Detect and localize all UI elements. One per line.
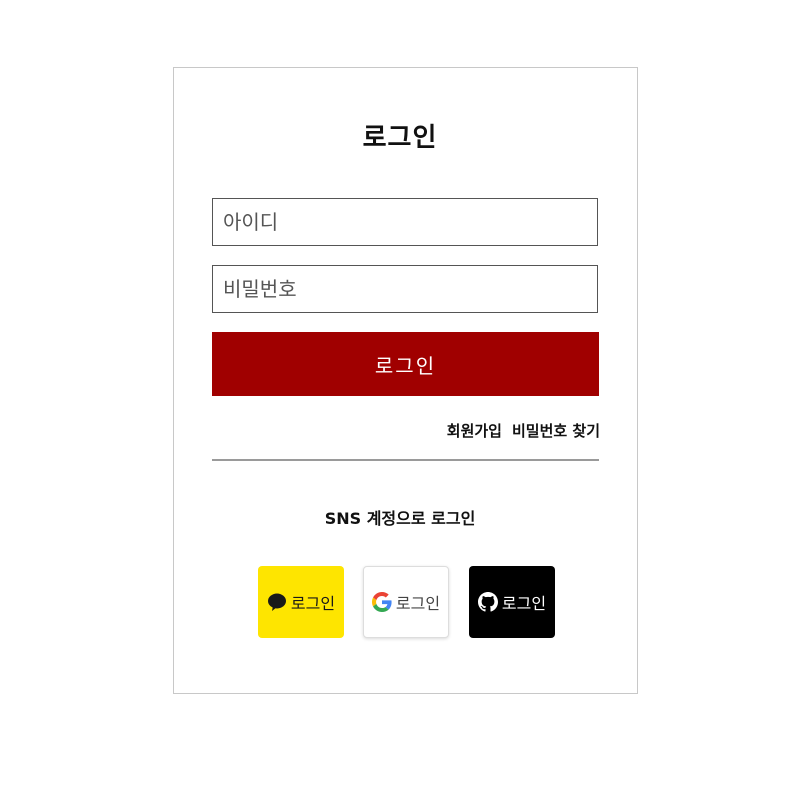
github-login-button[interactable]: 로그인 bbox=[469, 566, 555, 638]
account-links: 회원가입 비밀번호 찾기 bbox=[447, 420, 600, 441]
google-login-label: 로그인 bbox=[395, 594, 441, 613]
id-input[interactable] bbox=[212, 198, 598, 246]
signup-link[interactable]: 회원가입 bbox=[447, 422, 502, 440]
divider bbox=[212, 459, 599, 461]
find-password-link[interactable]: 비밀번호 찾기 bbox=[512, 422, 600, 440]
login-button[interactable]: 로그인 bbox=[212, 332, 599, 396]
page-title: 로그인 bbox=[362, 123, 438, 153]
github-octocat-icon bbox=[477, 592, 498, 612]
google-g-icon bbox=[371, 592, 392, 612]
kakao-login-button[interactable]: 로그인 bbox=[258, 566, 344, 638]
kakao-login-label: 로그인 bbox=[290, 594, 336, 613]
github-login-label: 로그인 bbox=[501, 594, 547, 613]
sns-login-title: SNS 계정으로 로그인 bbox=[324, 509, 476, 528]
google-login-button[interactable]: 로그인 bbox=[363, 566, 449, 638]
password-input[interactable] bbox=[212, 265, 598, 313]
kakao-speech-bubble-icon bbox=[267, 592, 287, 612]
